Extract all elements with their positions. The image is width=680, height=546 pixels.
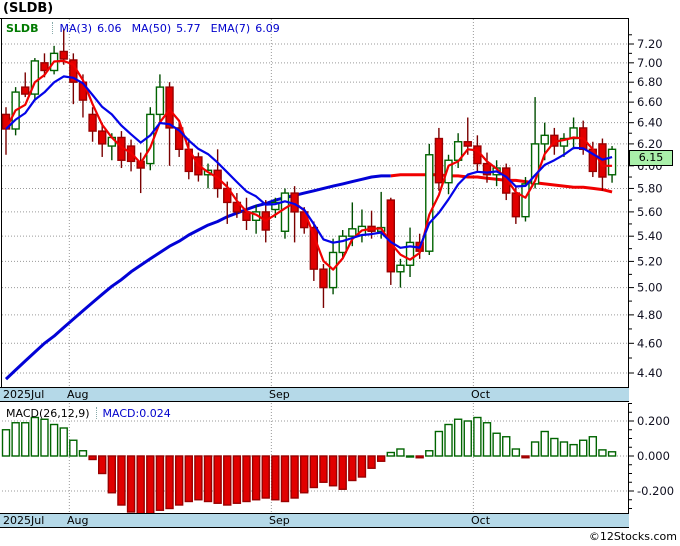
ma50-label: MA(50) xyxy=(131,21,172,35)
month-label: Oct xyxy=(471,388,491,401)
macd-current-value: MACD:0.024 xyxy=(102,406,171,420)
svg-text:0.000: 0.000 xyxy=(637,449,670,463)
svg-text:5.20: 5.20 xyxy=(637,254,663,268)
month-label: Aug xyxy=(67,514,89,527)
month-label: 2025Jul xyxy=(3,388,45,401)
ma3-label: MA(3) xyxy=(59,21,93,35)
svg-text:5.40: 5.40 xyxy=(637,229,663,243)
ma3-value: 6.06 xyxy=(97,21,122,35)
ema7-label: EMA(7) xyxy=(210,21,251,35)
page-title: (SLDB) xyxy=(3,1,54,16)
legend-separator xyxy=(52,22,54,34)
svg-text:5.60: 5.60 xyxy=(637,205,663,219)
legend-separator xyxy=(95,407,97,419)
candlestick-chart: 7.207.006.806.606.406.206.005.805.605.40… xyxy=(0,18,663,387)
month-label: Oct xyxy=(471,514,491,527)
svg-text:7.00: 7.00 xyxy=(637,56,663,70)
month-label: Sep xyxy=(269,388,290,401)
svg-text:4.60: 4.60 xyxy=(637,336,663,350)
date-axis-macd: 2025Jul Aug Sep Oct xyxy=(0,513,629,528)
svg-text:6.40: 6.40 xyxy=(637,116,663,130)
price-legend: SLDB MA(3) 6.06 MA(50) 5.77 EMA(7) 6.09 xyxy=(6,21,290,35)
month-label: 2025Jul xyxy=(3,514,45,527)
svg-text:6.60: 6.60 xyxy=(637,95,663,109)
month-label: Aug xyxy=(67,388,89,401)
svg-text:6.20: 6.20 xyxy=(637,137,663,151)
svg-text:-0.200: -0.200 xyxy=(637,484,674,498)
svg-text:5.80: 5.80 xyxy=(637,181,663,195)
ticker-symbol: SLDB xyxy=(6,21,39,35)
macd-legend: MACD(26,12,9) MACD:0.024 xyxy=(6,406,171,420)
svg-text:4.80: 4.80 xyxy=(637,308,663,322)
svg-text:4.40: 4.40 xyxy=(637,366,663,380)
month-label: Sep xyxy=(269,514,290,527)
watermark-link[interactable]: ©12Stocks.com xyxy=(589,530,677,543)
svg-text:0.200: 0.200 xyxy=(637,414,670,428)
macd-params-label: MACD(26,12,9) xyxy=(6,406,90,420)
svg-text:7.20: 7.20 xyxy=(637,37,663,51)
stock-chart-page: (SLDB) 7.207.006.806.606.406.206.005.805… xyxy=(0,0,680,546)
last-price-badge: 6.15 xyxy=(629,150,673,166)
ema7-value: 6.09 xyxy=(255,21,280,35)
ma50-value: 5.77 xyxy=(176,21,201,35)
svg-text:6.80: 6.80 xyxy=(637,75,663,89)
svg-text:5.00: 5.00 xyxy=(637,281,663,295)
date-axis-main: 2025Jul Aug Sep Oct xyxy=(0,387,629,402)
